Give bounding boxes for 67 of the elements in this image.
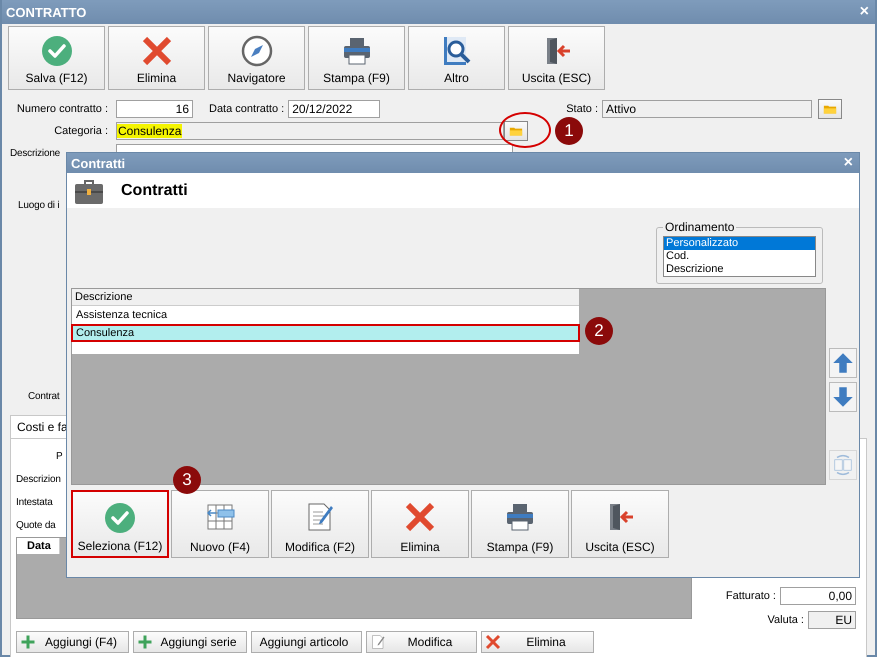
- folder-icon: [823, 104, 838, 114]
- toolbar-button[interactable]: Elimina: [108, 26, 205, 90]
- field-label: Numero contratto :: [16, 103, 109, 115]
- dialog-button[interactable]: Modifica (F2): [271, 490, 369, 558]
- highlight-ellipse: [499, 112, 551, 148]
- category-field[interactable]: Consulenza: [116, 122, 504, 140]
- field-label: Contrat: [28, 390, 60, 402]
- compass-icon: [240, 35, 272, 67]
- cross-icon: [485, 634, 501, 650]
- cross-icon: [140, 35, 172, 67]
- cross-icon: [404, 501, 436, 533]
- column-header: Descrizione: [72, 289, 579, 306]
- down-arrow-icon: [831, 385, 855, 409]
- field-label: Categoria :: [53, 125, 109, 137]
- status-field[interactable]: Attivo: [602, 100, 812, 118]
- side-button[interactable]: [829, 382, 857, 412]
- toolbar-button[interactable]: Stampa (F9): [308, 26, 405, 90]
- sort-option[interactable]: Cod.: [664, 250, 815, 263]
- action-button[interactable]: Aggiungi articolo: [251, 631, 362, 653]
- field-label: Descrizione: [9, 148, 62, 158]
- action-button[interactable]: Aggiungi (F4): [16, 631, 129, 653]
- sort-option[interactable]: Personalizzato: [664, 237, 815, 250]
- toolbar-button[interactable]: Salva (F12): [8, 26, 105, 90]
- action-button[interactable]: Modifica: [366, 631, 477, 653]
- dialog-button[interactable]: Seleziona (F12): [71, 490, 169, 558]
- dialog-button[interactable]: Stampa (F9): [471, 490, 569, 558]
- sort-option[interactable]: Descrizione: [664, 263, 815, 276]
- group-label: Ordinamento: [664, 220, 736, 234]
- action-button[interactable]: Elimina: [481, 631, 594, 653]
- browse-button[interactable]: [504, 121, 528, 141]
- contract-number-field[interactable]: 16: [116, 100, 193, 118]
- toolbar-button[interactable]: Uscita (ESC): [508, 26, 605, 90]
- toolbar-button[interactable]: Navigatore: [208, 26, 305, 90]
- plus-icon: [137, 634, 153, 650]
- dialog-title: Contratti: [71, 156, 126, 170]
- up-arrow-icon: [831, 351, 855, 375]
- document-pencil-icon: [370, 634, 386, 650]
- field-label: Valuta :: [768, 614, 804, 626]
- check-icon: [40, 35, 72, 67]
- side-button[interactable]: [829, 348, 857, 378]
- dialog-button[interactable]: Uscita (ESC): [571, 490, 669, 558]
- field-label: Intestata: [16, 497, 53, 508]
- field-label: Stato :: [566, 103, 598, 115]
- toolbar-button[interactable]: Altro: [408, 26, 505, 90]
- field-label: Quote da: [16, 520, 56, 531]
- column-header: Data: [17, 538, 60, 554]
- dialog-button[interactable]: Elimina: [371, 490, 469, 558]
- total-field[interactable]: EU: [808, 611, 856, 629]
- field-label: Luogo di i: [18, 200, 60, 210]
- field-label: Descrizion: [16, 474, 61, 485]
- printer-icon: [504, 501, 536, 533]
- browse-button[interactable]: [818, 99, 842, 119]
- window-title: CONTRATTO: [6, 4, 86, 20]
- dialog-heading: Contratti: [121, 182, 188, 200]
- action-button[interactable]: Aggiungi serie: [133, 631, 247, 653]
- contract-date-field[interactable]: 20/12/2022: [288, 100, 380, 118]
- dialog-button[interactable]: Nuovo (F4): [171, 490, 269, 558]
- total-field[interactable]: 0,00: [780, 587, 856, 605]
- field-label: P: [56, 451, 62, 462]
- check-icon: [104, 502, 136, 534]
- plus-icon: [20, 634, 36, 650]
- field-label: Fatturato :: [726, 590, 776, 602]
- callout-badge: 1: [555, 117, 583, 145]
- table-row[interactable]: Assistenza tecnica: [71, 306, 580, 324]
- field-label: Data contratto :: [209, 103, 284, 115]
- folder-icon: [509, 126, 523, 136]
- table-row[interactable]: Consulenza: [71, 324, 580, 342]
